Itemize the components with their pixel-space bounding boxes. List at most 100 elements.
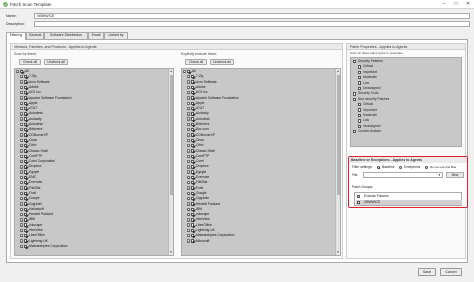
expand-icon[interactable]: + <box>20 165 24 169</box>
expand-icon[interactable]: + <box>20 181 24 185</box>
vendor-checkbox[interactable] <box>24 175 28 180</box>
expand-icon[interactable]: + <box>20 128 24 132</box>
exclude-vendor-checkbox[interactable] <box>191 175 195 180</box>
maximize-icon[interactable]: □ <box>450 0 462 9</box>
save-button[interactable]: Save <box>418 268 436 276</box>
vendor-checkbox[interactable] <box>24 228 28 233</box>
vendor-checkbox[interactable] <box>20 69 24 74</box>
exclude-vendor-checkbox[interactable] <box>191 170 195 174</box>
exclude-vendor-row[interactable]: + Microsoft <box>182 239 340 244</box>
exclude-vendor-checkbox[interactable] <box>191 228 195 233</box>
expand-icon[interactable]: + <box>187 128 191 132</box>
no-filter-radio[interactable] <box>425 165 429 169</box>
exclude-vendor-checkbox[interactable] <box>191 138 195 143</box>
expand-icon[interactable]: + <box>187 218 191 222</box>
vendor-checkbox[interactable] <box>24 117 28 121</box>
expand-icon[interactable]: + <box>187 212 191 217</box>
vendor-checkbox[interactable] <box>24 234 28 238</box>
exclude-vendor-checkbox[interactable] <box>191 133 195 137</box>
vendor-checkbox[interactable] <box>24 85 28 90</box>
expand-icon[interactable]: + <box>187 159 191 164</box>
expand-icon[interactable]: + <box>20 143 24 148</box>
exclude-vendor-checkbox[interactable] <box>191 234 195 238</box>
expand-icon[interactable]: + <box>187 228 191 232</box>
exclude-vendor-checkbox[interactable] <box>191 149 195 153</box>
vendor-checkbox[interactable] <box>24 191 28 196</box>
expand-icon[interactable]: + <box>187 154 191 158</box>
expand-icon[interactable]: + <box>187 175 191 179</box>
exclude-vendor-checkbox[interactable] <box>191 186 195 190</box>
expand-icon[interactable]: + <box>20 96 24 100</box>
exceptions-radio[interactable] <box>399 165 403 169</box>
vendor-checkbox[interactable] <box>24 159 28 164</box>
patch-groups-list[interactable]: Exclude Patches XBWWICE <box>354 192 462 206</box>
expand-icon[interactable]: + <box>20 234 24 238</box>
exclude-vendor-checkbox[interactable] <box>191 223 195 227</box>
expand-icon[interactable]: + <box>20 106 24 111</box>
description-input[interactable] <box>34 21 470 27</box>
exclude-vendor-checkbox[interactable] <box>191 202 195 206</box>
expand-icon[interactable]: + <box>20 207 24 211</box>
expand-icon[interactable]: + <box>187 117 191 121</box>
expand-icon[interactable]: + <box>187 165 191 169</box>
exclude-list[interactable]: ▲ ▼ + All +7-Zip + Acro Software + Adobe + AOL I… <box>181 68 341 256</box>
expand-icon[interactable]: + <box>187 191 191 195</box>
vendor-checkbox[interactable] <box>24 218 28 222</box>
check-all-button[interactable]: Check all <box>19 59 41 65</box>
vendor-checkbox[interactable] <box>24 202 28 206</box>
patch-type-checkbox[interactable] <box>358 81 362 85</box>
expand-icon[interactable]: + <box>187 138 191 142</box>
exclude-vendor-checkbox[interactable] <box>191 207 195 211</box>
vendor-checkbox[interactable] <box>24 186 28 190</box>
exclude-vendor-checkbox[interactable] <box>191 218 195 222</box>
expand-icon[interactable]: + <box>187 133 191 137</box>
exclude-vendor-checkbox[interactable] <box>187 69 191 74</box>
vendor-checkbox[interactable] <box>24 165 28 169</box>
expand-icon[interactable]: + <box>16 69 20 73</box>
patch-type-checkbox[interactable] <box>353 59 357 64</box>
tab-linked-by[interactable]: Linked by <box>104 32 128 39</box>
vendor-checkbox[interactable] <box>24 122 28 127</box>
close-icon[interactable]: ✕ <box>462 0 474 9</box>
vendor-checkbox[interactable] <box>24 128 28 132</box>
exclude-uncheck-all-button[interactable]: Uncheck all <box>210 59 234 65</box>
exclude-vendor-checkbox[interactable] <box>191 239 195 243</box>
exclude-vendor-checkbox[interactable] <box>191 117 195 121</box>
vendor-checkbox[interactable] <box>24 90 28 95</box>
patch-type-checkbox[interactable] <box>358 70 362 74</box>
expand-icon[interactable]: + <box>187 112 191 116</box>
patch-type-checkbox[interactable] <box>358 108 362 112</box>
expand-icon[interactable]: + <box>187 106 191 111</box>
vendor-checkbox[interactable] <box>24 143 28 148</box>
exclude-vendor-checkbox[interactable] <box>191 191 195 196</box>
exclude-vendor-checkbox[interactable] <box>191 196 195 201</box>
baseline-radio[interactable] <box>377 165 381 169</box>
exclude-vendor-checkbox[interactable] <box>191 181 195 185</box>
expand-icon[interactable]: + <box>20 212 24 217</box>
group-checkbox[interactable] <box>357 194 361 199</box>
expand-icon[interactable]: + <box>187 122 191 126</box>
expand-icon[interactable]: + <box>20 154 24 158</box>
exclude-vendor-checkbox[interactable] <box>191 112 195 116</box>
patch-type-checkbox[interactable] <box>358 86 362 91</box>
expand-icon[interactable]: + <box>20 244 24 248</box>
vendor-checkbox[interactable] <box>24 223 28 227</box>
expand-icon[interactable]: + <box>187 223 191 227</box>
expand-icon[interactable]: + <box>20 196 24 201</box>
expand-icon[interactable]: + <box>183 69 187 73</box>
expand-icon[interactable]: + <box>20 149 24 153</box>
exclude-vendor-checkbox[interactable] <box>191 101 195 105</box>
expand-icon[interactable]: + <box>20 159 24 164</box>
expand-icon[interactable]: + <box>187 96 191 100</box>
new-button[interactable]: New <box>446 172 464 178</box>
patch-type-checkbox[interactable] <box>358 124 362 128</box>
expand-icon[interactable]: + <box>20 90 24 95</box>
vendor-checkbox[interactable] <box>24 154 28 158</box>
exclude-vendor-checkbox[interactable] <box>191 75 195 79</box>
expand-icon[interactable]: + <box>187 196 191 201</box>
expand-icon[interactable]: + <box>20 138 24 142</box>
vendor-checkbox[interactable] <box>24 96 28 100</box>
expand-icon[interactable]: + <box>20 101 24 105</box>
vendor-checkbox[interactable] <box>24 181 28 185</box>
expand-icon[interactable]: + <box>187 149 191 153</box>
